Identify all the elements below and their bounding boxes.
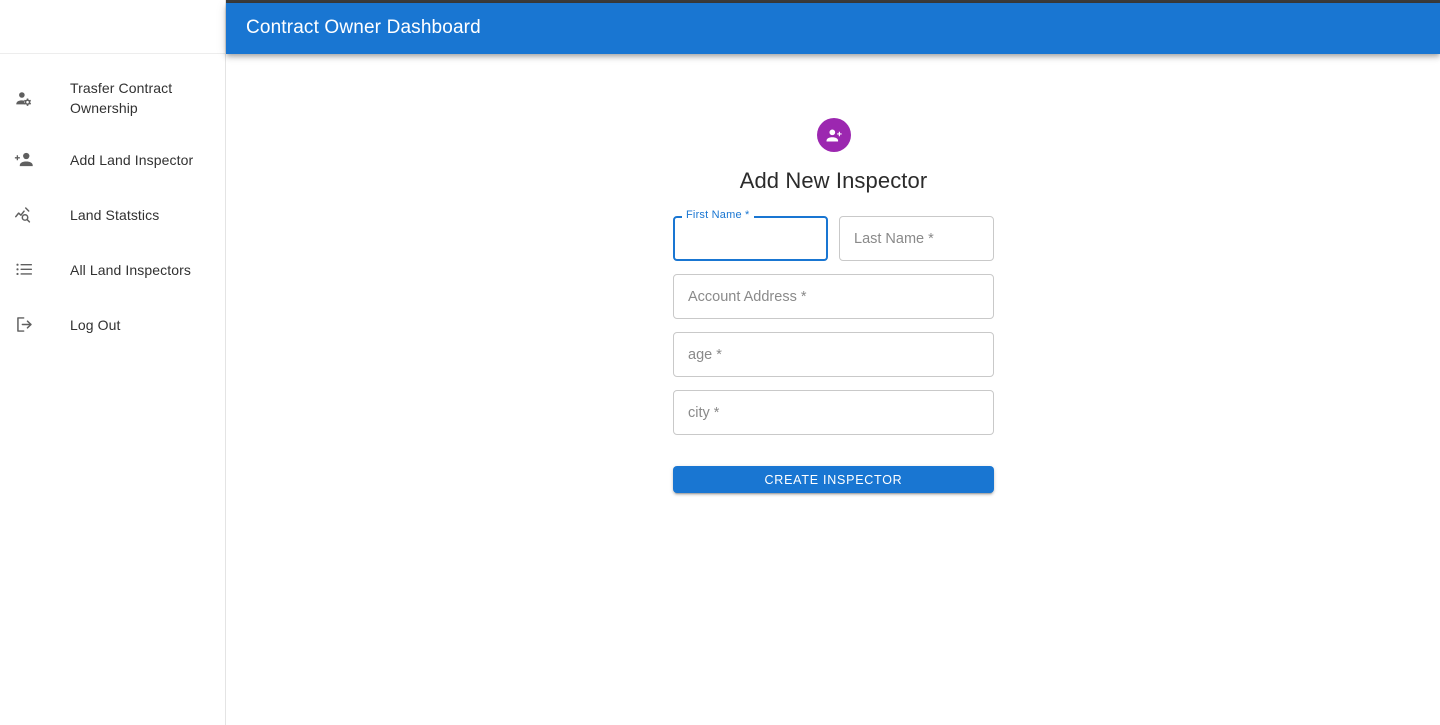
add-inspector-form: Add New Inspector First Name * Last Name… — [673, 118, 994, 494]
sidebar-item-transfer-contract-ownership[interactable]: Trasfer Contract Ownership — [0, 74, 225, 122]
person-add-icon — [824, 126, 843, 145]
city-field[interactable] — [673, 390, 994, 436]
age-field-row — [673, 332, 994, 378]
sidebar-item-add-land-inspector[interactable]: Add Land Inspector — [0, 140, 225, 179]
create-inspector-button[interactable]: CREATE INSPECTOR — [673, 466, 994, 494]
app-root: Trasfer Contract Ownership Add Land Insp… — [0, 0, 1440, 725]
age-field[interactable] — [673, 332, 994, 378]
app-bar: Contract Owner Dashboard — [226, 3, 1440, 54]
person-add-icon — [12, 148, 36, 172]
sidebar-item-label: Add Land Inspector — [70, 151, 194, 168]
sidebar-item-label: Land Statstics — [70, 206, 160, 223]
sidebar: Trasfer Contract Ownership Add Land Insp… — [0, 0, 226, 725]
main-content: Add New Inspector First Name * Last Name… — [226, 54, 1440, 725]
first-name-input[interactable] — [673, 216, 828, 262]
age-input[interactable] — [673, 332, 994, 378]
account-address-field-row — [673, 274, 994, 320]
form-title: Add New Inspector — [739, 168, 928, 193]
last-name-field[interactable] — [839, 216, 994, 262]
page-title: Contract Owner Dashboard — [246, 17, 481, 39]
name-field-row: First Name * — [673, 209, 994, 262]
list-icon — [12, 258, 36, 282]
account-address-input[interactable] — [673, 274, 994, 320]
analytics-search-icon — [12, 203, 36, 227]
sidebar-item-label: All Land Inspectors — [70, 261, 191, 278]
city-input[interactable] — [673, 390, 994, 436]
account-address-field[interactable] — [673, 274, 994, 320]
sidebar-item-all-land-inspectors[interactable]: All Land Inspectors — [0, 250, 225, 289]
sidebar-item-label: Trasfer Contract Ownership — [70, 80, 173, 116]
sidebar-item-log-out[interactable]: Log Out — [0, 305, 225, 344]
person-settings-icon — [12, 86, 36, 110]
sidebar-item-land-statistics[interactable]: Land Statstics — [0, 195, 225, 234]
avatar — [816, 118, 851, 152]
last-name-input[interactable] — [839, 216, 994, 262]
sidebar-menu: Trasfer Contract Ownership Add Land Insp… — [0, 54, 225, 344]
first-name-field[interactable]: First Name * — [673, 209, 828, 262]
sidebar-item-label: Log Out — [70, 316, 121, 333]
city-field-row — [673, 390, 994, 436]
logout-icon — [12, 313, 36, 337]
sidebar-header — [0, 0, 225, 54]
